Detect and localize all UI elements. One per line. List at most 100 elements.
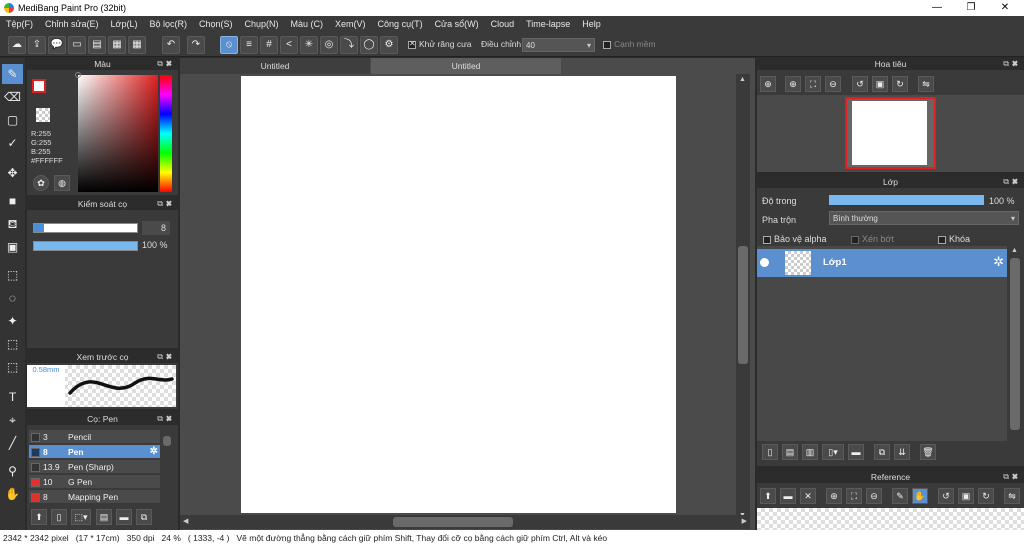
snap-settings-icon[interactable]: ⚙: [380, 36, 398, 54]
lasso-select-icon[interactable]: ◌: [2, 288, 23, 308]
reference-flip-icon[interactable]: ⇋: [1004, 488, 1020, 504]
layer-name[interactable]: Lớp1: [823, 257, 847, 268]
brush-list-scroll-thumb[interactable]: [163, 436, 171, 446]
menu-help[interactable]: Help: [576, 16, 607, 33]
circle-snap-icon[interactable]: ◎: [320, 36, 338, 54]
smooth-edge-checkbox[interactable]: [603, 40, 611, 49]
navigator-rotate-right-icon[interactable]: ↻: [892, 76, 908, 92]
chat-icon[interactable]: ▭: [68, 36, 86, 54]
scroll-left-icon[interactable]: ◀: [183, 517, 188, 525]
comment-icon[interactable]: 💬: [48, 36, 66, 54]
document-icon[interactable]: ▤: [88, 36, 106, 54]
dot-tool-icon[interactable]: ▢: [2, 110, 23, 130]
canvas-horizontal-scrollbar[interactable]: ◀ ▶: [180, 515, 750, 529]
brush-item-selected[interactable]: 8 Pen ✲: [29, 445, 160, 459]
clipping-checkbox[interactable]: [851, 235, 859, 244]
radial-snap-icon[interactable]: ✳: [300, 36, 318, 54]
maximize-button[interactable]: ❐: [954, 0, 988, 16]
minimize-button[interactable]: —: [920, 0, 954, 16]
add-brush-icon[interactable]: ⬆: [31, 509, 47, 525]
menu-color[interactable]: Màu (C): [285, 16, 330, 33]
foreground-color-swatch[interactable]: [32, 79, 46, 93]
fill-rect-icon[interactable]: ■: [2, 191, 23, 211]
grid-icon[interactable]: ▦: [128, 36, 146, 54]
layer-scroll-up-icon[interactable]: ▲: [1011, 247, 1018, 254]
antialias-option[interactable]: Khử răng cưa: [408, 39, 472, 49]
navigator-reset-icon[interactable]: ▣: [872, 76, 888, 92]
menu-tools[interactable]: Công cụ(T): [372, 16, 429, 33]
reference-upload-icon[interactable]: ⬆: [760, 488, 776, 504]
brush-size-slider[interactable]: [33, 223, 138, 233]
navigator-fit-icon[interactable]: ⛶: [805, 76, 821, 92]
adjust-select[interactable]: 40: [522, 38, 595, 52]
eyedropper-tool-icon[interactable]: ⚲: [2, 461, 23, 481]
panel-controls-icon[interactable]: ⧉✖: [157, 198, 175, 210]
reference-rotate-right-icon[interactable]: ↻: [978, 488, 994, 504]
select-pen-icon[interactable]: ⬚: [2, 334, 23, 354]
canvas-hscroll-thumb[interactable]: [393, 517, 513, 527]
layer-row-selected[interactable]: Lớp1 ✲: [757, 249, 1007, 277]
panel-controls-icon[interactable]: ⧉✖: [1003, 58, 1021, 70]
canvas-tab-2-active[interactable]: Untitled: [371, 58, 561, 74]
vanishing-snap-icon[interactable]: <: [280, 36, 298, 54]
drawing-canvas[interactable]: [241, 76, 676, 513]
select-eraser-icon[interactable]: ⬚: [2, 357, 23, 377]
curve-snap-icon[interactable]: ⤵: [340, 36, 358, 54]
new-brush-icon[interactable]: ▯: [51, 509, 67, 525]
magic-wand-icon[interactable]: ✦: [2, 311, 23, 331]
saturation-value-picker[interactable]: [75, 72, 158, 192]
panel-controls-icon[interactable]: ⧉✖: [157, 413, 175, 425]
menu-view[interactable]: Xem(V): [329, 16, 372, 33]
brush-item[interactable]: 13.9 Pen (Sharp): [29, 460, 160, 474]
divide-tool-icon[interactable]: ╱: [2, 433, 23, 453]
brush-item[interactable]: 8 Mapping Pen: [29, 490, 160, 504]
navigator-zoom-in-icon[interactable]: ⊕: [785, 76, 801, 92]
undo-icon[interactable]: ↶: [162, 36, 180, 54]
antialias-checkbox[interactable]: [408, 39, 416, 49]
reference-close-icon[interactable]: ✕: [800, 488, 816, 504]
brush-settings-gear-icon[interactable]: ✲: [150, 445, 158, 459]
reference-rotate-left-icon[interactable]: ↺: [938, 488, 954, 504]
reference-eyedropper-icon[interactable]: ✎: [892, 488, 908, 504]
layer-settings-gear-icon[interactable]: ✲: [993, 254, 1004, 270]
protect-alpha-checkbox[interactable]: [763, 235, 771, 244]
move-tool-icon[interactable]: ✥: [2, 163, 23, 183]
ellipse-snap-icon[interactable]: ◯: [360, 36, 378, 54]
menu-timelapse[interactable]: Time-lapse: [520, 16, 576, 33]
list-icon[interactable]: ▦: [108, 36, 126, 54]
menu-cloud[interactable]: Cloud: [485, 16, 521, 33]
blend-mode-select[interactable]: Bình thường: [829, 211, 1019, 225]
reference-open-icon[interactable]: ▬: [780, 488, 796, 504]
menu-filter[interactable]: Bộ lọc(R): [143, 16, 193, 33]
menu-layer[interactable]: Lớp(L): [105, 16, 144, 33]
navigator-preview[interactable]: [757, 95, 1024, 172]
smooth-edge-option[interactable]: Cạnh mềm: [603, 39, 656, 49]
cloud-icon[interactable]: ☁: [8, 36, 26, 54]
reference-zoom-in-icon[interactable]: ⊕: [826, 488, 842, 504]
new-layer-icon[interactable]: ▯: [762, 444, 778, 460]
rect-select-icon[interactable]: ⬚: [2, 265, 23, 285]
reference-reset-icon[interactable]: ▣: [958, 488, 974, 504]
new-1bit-layer-icon[interactable]: ▥: [802, 444, 818, 460]
navigator-zoom-icon[interactable]: ⊕: [760, 76, 776, 92]
brush-duplicate-icon[interactable]: ⧉: [136, 509, 152, 525]
brush-copy-icon[interactable]: ▤: [96, 509, 112, 525]
hue-slider[interactable]: [160, 75, 172, 192]
canvas-tab-1[interactable]: Untitled: [180, 58, 370, 74]
panel-controls-icon[interactable]: ⧉✖: [1003, 176, 1021, 188]
brush-item[interactable]: 3 Pencil: [29, 430, 160, 444]
layer-visibility-icon[interactable]: [760, 258, 769, 267]
menu-capture[interactable]: Chụp(N): [239, 16, 285, 33]
transparent-color-swatch[interactable]: [36, 108, 50, 122]
pen-stroke-icon[interactable]: ✓: [2, 133, 23, 153]
panel-controls-icon[interactable]: ⧉✖: [1003, 471, 1021, 483]
scroll-right-icon[interactable]: ▶: [742, 517, 747, 525]
duplicate-layer-icon[interactable]: ⧉: [874, 444, 890, 460]
color-set-icon[interactable]: ◍: [54, 175, 70, 191]
navigator-viewport[interactable]: [845, 97, 936, 169]
brush-import-icon[interactable]: ⬚▾: [71, 509, 91, 525]
menu-edit[interactable]: Chỉnh sửa(E): [39, 16, 105, 33]
brush-opacity-slider[interactable]: [33, 241, 138, 251]
protect-alpha-option[interactable]: Bảo vệ alpha: [763, 234, 827, 244]
eraser-tool-icon[interactable]: ⌫: [2, 87, 23, 107]
